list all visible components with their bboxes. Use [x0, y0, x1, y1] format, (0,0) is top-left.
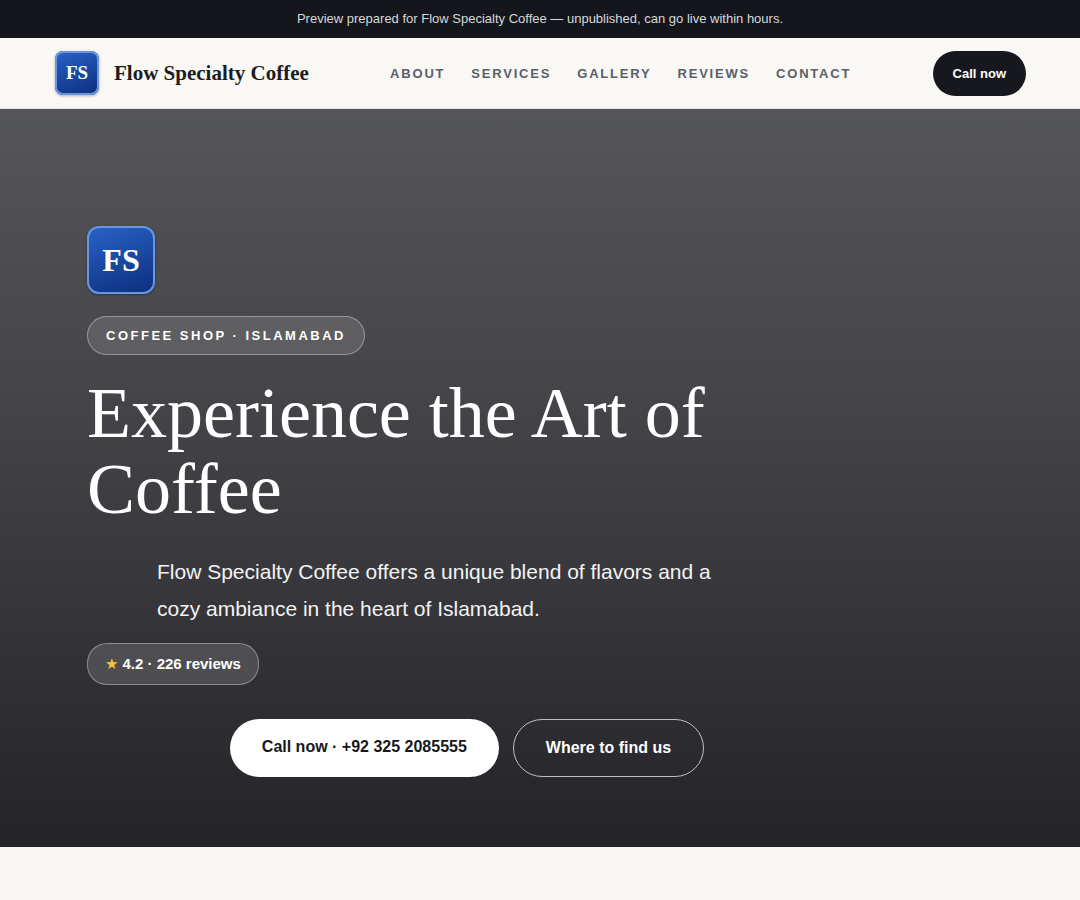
hero-photo: FS COFFEE SHOP · ISLAMABAD Experience the … [0, 109, 1080, 847]
nav-link[interactable]: ABOUT [390, 66, 445, 81]
logo-icon[interactable]: FS [55, 51, 99, 95]
hero-content: FS COFFEE SHOP · ISLAMABAD Experience the … [0, 109, 847, 777]
nav-links: ABOUT SERVICES GALLERY REVIEWS CONTACT [390, 66, 851, 81]
call-button[interactable]: Call now · +92 325 2085555 [230, 719, 499, 777]
hero-logo-icon: FS [87, 226, 155, 294]
star-icon: ★ [105, 655, 118, 673]
brand[interactable]: FS Flow Specialty Coffee [55, 51, 309, 95]
category-tag: COFFEE SHOP · ISLAMABAD [87, 316, 365, 355]
rating-badge: ★4.2 · 226 reviews [87, 643, 259, 685]
preview-banner: Preview prepared for Flow Specialty Coff… [0, 0, 1080, 38]
hero-title: Experience the Art of Coffee [87, 375, 767, 527]
nav-link[interactable]: CONTACT [776, 66, 851, 81]
directions-button[interactable]: Where to find us [513, 719, 704, 777]
brand-name[interactable]: Flow Specialty Coffee [114, 61, 309, 86]
hero-buttons: Call now · +92 325 2085555Where to find … [87, 719, 847, 777]
call-button[interactable]: Call now [933, 51, 1026, 96]
hero-subtitle: Flow Specialty Coffee offers a unique bl… [157, 553, 757, 627]
nav-link[interactable]: GALLERY [577, 66, 651, 81]
nav-link[interactable]: REVIEWS [677, 66, 750, 81]
rating-text: 4.2 · 226 reviews [122, 655, 240, 673]
top-nav: FS Flow Specialty Coffee ABOUT SERVICES GALL… [0, 38, 1080, 109]
nav-link[interactable]: SERVICES [471, 66, 551, 81]
